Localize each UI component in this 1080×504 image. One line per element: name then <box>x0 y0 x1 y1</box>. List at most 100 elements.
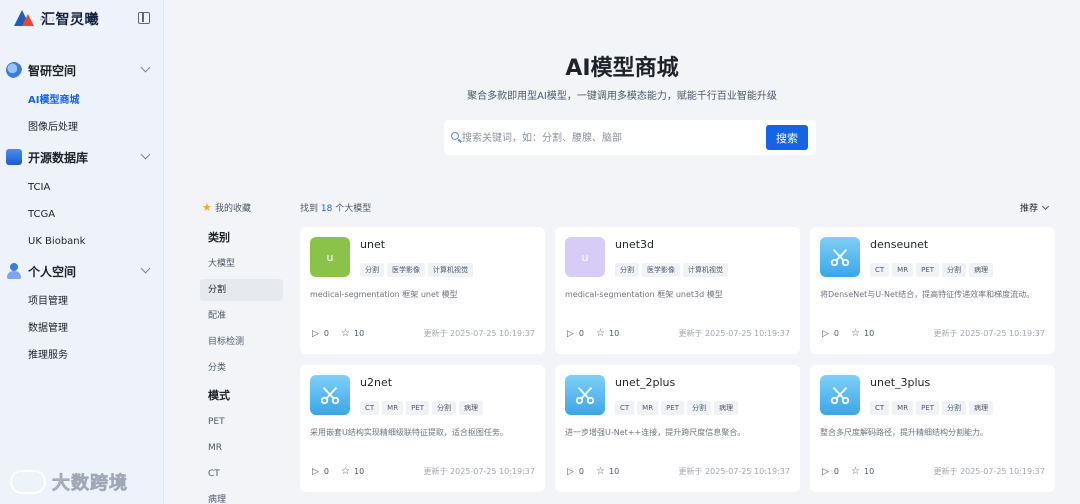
model-tag: MR <box>892 401 914 415</box>
model-tag: 分割 <box>615 263 639 277</box>
star-outline-icon[interactable]: ☆ <box>851 328 860 339</box>
model-title[interactable]: unet_2plus <box>615 376 675 389</box>
play-count: 0 <box>323 467 330 476</box>
scissors-icon <box>565 375 605 415</box>
model-stats: ▷ 0 ☆ 10 <box>822 466 874 477</box>
search-input[interactable] <box>462 129 762 147</box>
model-card-unet3d[interactable]: u unet3d 分割 医学影像 计算机视觉 medical-segmentation 框… <box>555 227 800 354</box>
model-tag: CT <box>870 401 890 415</box>
star-count: 10 <box>353 467 365 476</box>
filter-category-registration[interactable]: 配准 <box>200 305 283 327</box>
model-stats: ▷ 0 ☆ 10 <box>312 328 364 339</box>
sort-dropdown[interactable]: 推荐 <box>1020 201 1050 214</box>
sidebar-item-data[interactable]: 数据管理 <box>28 321 68 337</box>
model-title[interactable]: u2net <box>360 376 392 389</box>
search-button[interactable]: 搜索 <box>766 125 808 150</box>
scissors-icon <box>820 237 860 277</box>
user-icon <box>6 263 22 279</box>
star-outline-icon[interactable]: ☆ <box>596 328 605 339</box>
model-tag: 病理 <box>969 263 993 277</box>
sidebar-item-tcga[interactable]: TCGA <box>28 207 55 223</box>
page-subtitle: 聚合多款即用型AI模型，一键调用多模态能力，赋能千行百业智能升级 <box>467 91 777 102</box>
sidebar-item-projects[interactable]: 项目管理 <box>28 294 68 310</box>
filter-category-classification[interactable]: 分类 <box>200 357 283 379</box>
result-count-prefix: 找到 <box>300 204 319 214</box>
search-icon <box>451 132 459 140</box>
model-title[interactable]: unet3d <box>615 238 654 251</box>
star-count: 10 <box>863 467 875 476</box>
star-outline-icon[interactable]: ☆ <box>341 328 350 339</box>
favorites-label: 我的收藏 <box>215 204 252 214</box>
star-outline-icon[interactable]: ☆ <box>596 466 605 477</box>
model-stats: ▷ 0 ☆ 10 <box>822 328 874 339</box>
nav-group-personal-space[interactable]: 个人空间 <box>0 259 164 283</box>
model-updated-time: 更新于 2025-07-25 10:19:37 <box>678 467 790 476</box>
result-count-number: 18 <box>320 204 333 214</box>
model-tags: CT MR PET 分割 病理 <box>870 401 993 415</box>
filter-category-segmentation[interactable]: 分割 <box>200 279 283 301</box>
model-card-denseunet[interactable]: denseunet CT MR PET 分割 病理 将DenseNet与U-Net结合，提高… <box>810 227 1055 354</box>
filter-mode-mr[interactable]: MR <box>200 437 283 459</box>
play-count: 0 <box>323 329 330 338</box>
play-icon: ▷ <box>567 466 574 477</box>
nav-group-label: 开源数据库 <box>28 151 89 165</box>
model-title[interactable]: denseunet <box>870 238 928 251</box>
model-description: medical-segmentation 框架 unet 模型 <box>310 290 458 299</box>
model-tag: 病理 <box>969 401 993 415</box>
model-tag: CT <box>615 401 635 415</box>
nav-group-label: 个人空间 <box>28 265 77 279</box>
play-icon: ▷ <box>312 328 319 339</box>
model-tag: 计算机视觉 <box>428 263 473 277</box>
play-count: 0 <box>833 329 840 338</box>
filter-mode-ct[interactable]: CT <box>200 463 283 485</box>
model-tag: 分割 <box>942 401 966 415</box>
model-card-unet-3plus[interactable]: unet_3plus CT MR PET 分割 病理 整合多尺度解码路径，提升精细结构分割能… <box>810 365 1055 492</box>
model-updated-time: 更新于 2025-07-25 10:19:37 <box>933 467 1045 476</box>
play-count: 0 <box>578 467 585 476</box>
model-tags: CT MR PET 分割 病理 <box>360 401 483 415</box>
model-tag: PET <box>916 263 939 277</box>
model-title[interactable]: unet_3plus <box>870 376 930 389</box>
filter-mode-pathology[interactable]: 病理 <box>200 489 283 504</box>
model-stats: ▷ 0 ☆ 10 <box>312 466 364 477</box>
star-count: 10 <box>608 467 620 476</box>
model-tags: CT MR PET 分割 病理 <box>870 263 993 277</box>
model-tag: MR <box>637 401 659 415</box>
filter-mode-pet[interactable]: PET <box>200 411 283 433</box>
scissors-icon <box>310 375 350 415</box>
scissors-icon <box>820 375 860 415</box>
sidebar-item-tcia[interactable]: TCIA <box>28 180 50 196</box>
favorites-link[interactable]: ★ 我的收藏 <box>202 201 252 215</box>
model-card-unet[interactable]: u unet 分割 医学影像 计算机视觉 medical-segmentation 框架 … <box>300 227 545 354</box>
nav-group-research-space[interactable]: 智研空间 <box>0 58 164 82</box>
model-tag: CT <box>870 263 890 277</box>
database-icon <box>6 149 22 165</box>
sidebar-collapse-icon[interactable] <box>138 12 150 24</box>
watermark-logo-icon <box>10 470 46 494</box>
filter-category-detection[interactable]: 目标检测 <box>200 331 283 353</box>
category-heading: 类别 <box>208 231 230 244</box>
star-outline-icon[interactable]: ☆ <box>851 466 860 477</box>
model-tag: 医学影像 <box>387 263 425 277</box>
model-tag: MR <box>892 263 914 277</box>
model-title[interactable]: unet <box>360 238 385 251</box>
sidebar-item-inference[interactable]: 推理服务 <box>28 348 68 364</box>
model-tag: 病理 <box>459 401 483 415</box>
filter-category-large-model[interactable]: 大模型 <box>200 253 283 275</box>
model-updated-time: 更新于 2025-07-25 10:19:37 <box>423 329 535 338</box>
model-tag: CT <box>360 401 380 415</box>
search-bar: 搜索 <box>444 120 816 155</box>
sidebar-item-image-postprocess[interactable]: 图像后处理 <box>28 120 78 136</box>
model-updated-time: 更新于 2025-07-25 10:19:37 <box>423 467 535 476</box>
model-tag: 分割 <box>360 263 384 277</box>
sidebar-item-ai-model-store[interactable]: AI模型商城 <box>28 93 79 109</box>
model-card-unet-2plus[interactable]: unet_2plus CT MR PET 分割 病理进一步增强U-Net++连接，提升跨尺… <box>555 365 800 492</box>
page-title: AI模型商城 <box>565 56 679 81</box>
sidebar-item-uk-biobank[interactable]: UK Biobank <box>28 234 85 250</box>
model-card-u2net[interactable]: u2net CT MR PET 分割 病理 采用嵌套U结构实现精细级联特征提取，适合抠图任务… <box>300 365 545 492</box>
model-description: 进一步增强U-Net++连接，提升跨尺度信息聚合。 <box>565 428 746 437</box>
model-tags: CT MR PET 分割 病理 <box>615 401 738 415</box>
star-outline-icon[interactable]: ☆ <box>341 466 350 477</box>
nav-group-open-database[interactable]: 开源数据库 <box>0 145 164 169</box>
brain-icon <box>6 62 22 78</box>
